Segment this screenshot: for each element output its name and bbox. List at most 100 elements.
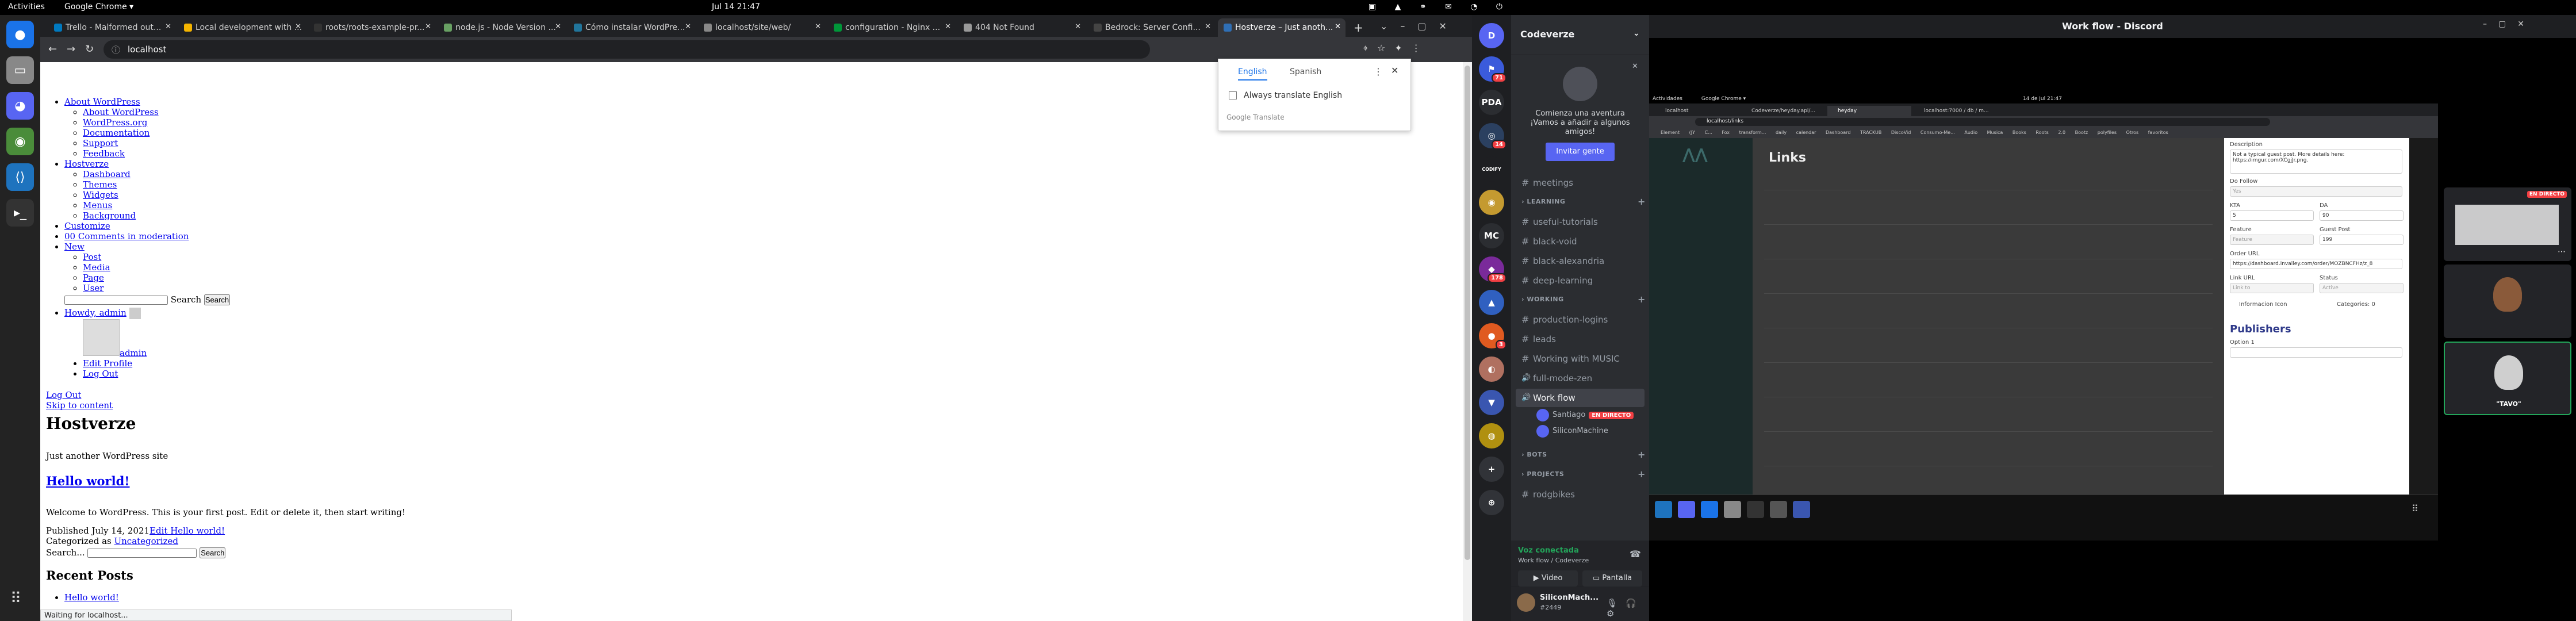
screen-share-button[interactable]: ▭ Pantalla — [1582, 570, 1642, 586]
adminbar-sublink[interactable]: Post — [83, 252, 101, 262]
tab-2[interactable]: Local development with ... ✕ — [178, 18, 306, 37]
show-apps-icon[interactable]: ⠿ — [10, 590, 21, 607]
tab-1[interactable]: Trello - Malformed out... ✕ — [48, 18, 176, 37]
adminbar-link[interactable]: New — [64, 241, 85, 252]
adminbar-sublink[interactable]: Widgets — [83, 190, 118, 200]
clock[interactable]: Jul 14 21:47 — [0, 2, 1472, 12]
participant-tile-1[interactable]: EN DIRECTO ⋯ — [2444, 187, 2571, 261]
scrollbar-thumb[interactable] — [1465, 66, 1470, 560]
category-link[interactable]: Uncategorized — [114, 536, 179, 546]
channel-black-void[interactable]: # black-void — [1516, 232, 1644, 251]
translate-tab-spanish[interactable]: Spanish — [1290, 67, 1321, 76]
server-icon[interactable]: ⚑ 71 — [1479, 56, 1506, 83]
adminbar-sublink[interactable]: Page — [83, 273, 104, 283]
logout-link[interactable]: Log Out — [83, 369, 118, 379]
participant-tile-2[interactable] — [2444, 264, 2571, 338]
edit-profile-link[interactable]: Edit Profile — [83, 358, 132, 369]
chrome-active-icon[interactable]: ◉ — [6, 128, 34, 155]
server-icon[interactable]: PDA — [1479, 90, 1504, 115]
tab-4[interactable]: node.js - Node Version ... ✕ — [438, 18, 566, 37]
search-input[interactable] — [87, 548, 197, 558]
add-channel-icon[interactable]: + — [1638, 196, 1646, 207]
site-title[interactable]: Hostverze — [46, 414, 136, 433]
adminbar-sublink[interactable]: Media — [83, 262, 110, 273]
howdy-link[interactable]: Howdy, admin — [64, 308, 126, 318]
channel-deep-learning[interactable]: # deep-learning — [1516, 271, 1644, 290]
always-translate-checkbox[interactable] — [1229, 91, 1237, 99]
adminbar-link[interactable]: Hostverze — [64, 159, 109, 169]
disconnect-icon[interactable]: ☎ — [1630, 549, 1641, 559]
adminbar-sublink[interactable]: Support — [83, 138, 118, 148]
channel-production-logins[interactable]: # production-logins — [1516, 310, 1644, 329]
adminbar-sublink[interactable]: Background — [83, 210, 136, 221]
shared-screen[interactable]: Actividades Google Chrome ▾ 14 de jul 21… — [1649, 95, 2438, 540]
channel-full-mode-zen[interactable]: 🔊 full-mode-zen — [1516, 369, 1644, 388]
server-icon[interactable]: ● 3 — [1479, 323, 1506, 350]
add-channel-icon[interactable]: + — [1638, 469, 1646, 480]
forward-icon[interactable]: → — [67, 43, 75, 55]
close-icon[interactable]: ✕ — [1205, 22, 1211, 31]
logout-link-2[interactable]: Log Out — [46, 390, 81, 400]
voice-user[interactable]: Santiago EN DIRECTO — [1536, 409, 1634, 421]
server-icon[interactable]: ◍ — [1479, 423, 1504, 448]
close-icon[interactable]: ✕ — [295, 22, 301, 31]
system-tray[interactable]: ▣ ▲ ⚭ ✉ ◔ ⏻ — [1368, 2, 1511, 12]
channel-work-flow[interactable]: 🔊 Work flow — [1516, 389, 1644, 407]
search-button[interactable]: Search — [200, 547, 226, 558]
skip-link[interactable]: Skip to content — [46, 400, 113, 411]
participant-tile-3[interactable]: "TAVO" — [2444, 342, 2571, 415]
category-learning[interactable]: › LEARNING + — [1516, 196, 1645, 207]
channel-meetings[interactable]: # meetings — [1516, 174, 1644, 192]
discord-icon[interactable]: ◕ — [6, 92, 34, 120]
server-icon[interactable]: ◉ — [1479, 190, 1504, 215]
tab-6[interactable]: localhost/site/web/ ✕ — [698, 18, 826, 37]
adminbar-link[interactable]: 00 Comments in moderation — [64, 231, 189, 241]
adminbar-search-input[interactable] — [64, 295, 168, 305]
adminbar-link[interactable]: Customize — [64, 221, 110, 231]
user-admin-link[interactable]: admin — [120, 348, 147, 358]
server-icon[interactable]: ▲ — [1479, 290, 1504, 315]
add-channel-icon[interactable]: + — [1638, 449, 1646, 460]
server-icon[interactable]: ◐ — [1479, 356, 1504, 382]
close-icon[interactable]: ✕ — [425, 22, 431, 31]
close-icon[interactable]: ✕ — [1075, 22, 1081, 31]
recent-post-link[interactable]: Hello world! — [64, 592, 119, 603]
window-controls[interactable]: ⌄–▢✕ — [1380, 21, 1459, 32]
files-icon[interactable]: ▭ — [6, 56, 34, 84]
server-header[interactable]: Codeverze ⌄ — [1511, 15, 1649, 55]
close-icon[interactable]: ✕ — [1632, 62, 1638, 71]
close-icon[interactable]: ✕ — [555, 22, 561, 31]
server-icon[interactable]: MC — [1479, 223, 1504, 248]
close-icon[interactable]: ✕ — [945, 22, 951, 31]
user-controls-icons[interactable]: 🎙🎧⚙ — [1607, 598, 1649, 619]
chevron-down-icon[interactable]: ⌄ — [1633, 29, 1640, 38]
video-button[interactable]: ▶ Video — [1518, 570, 1578, 586]
vscode-icon[interactable]: ⟨⟩ — [6, 163, 34, 191]
translate-tab-english[interactable]: English — [1238, 67, 1267, 80]
adminbar-sublink[interactable]: Dashboard — [83, 169, 131, 179]
channel-leads[interactable]: # leads — [1516, 330, 1644, 348]
reload-icon[interactable]: ↻ — [85, 43, 94, 55]
terminal-icon[interactable]: ▸_ — [6, 199, 34, 227]
adminbar-search-button[interactable]: Search — [204, 294, 231, 305]
back-icon[interactable]: ← — [48, 43, 57, 55]
server-icon[interactable]: ⊕ — [1479, 490, 1504, 515]
channel-working-with-music[interactable]: # Working with MUSIC — [1516, 350, 1644, 368]
page-scrollbar[interactable] — [1463, 62, 1472, 621]
adminbar-link[interactable]: About WordPress — [64, 97, 140, 107]
close-icon[interactable]: ✕ — [685, 22, 691, 31]
category-bots[interactable]: › BOTS + — [1516, 449, 1645, 460]
tab-9[interactable]: Bedrock: Server Confi... ✕ — [1088, 18, 1216, 37]
avatar[interactable] — [1517, 593, 1535, 612]
edit-post-link[interactable]: Edit Hello world! — [150, 526, 225, 536]
close-icon[interactable]: ✕ — [165, 22, 171, 31]
category-projects[interactable]: › PROJECTS + — [1516, 469, 1645, 480]
window-controls[interactable]: –▢✕ — [2483, 20, 2536, 29]
info-icon[interactable]: ⓘ — [112, 44, 120, 56]
channel-useful-tutorials[interactable]: # useful-tutorials — [1516, 213, 1644, 231]
extension-icons[interactable]: ⌖☆✦⋮ — [1363, 43, 1430, 54]
server-icon[interactable]: + — [1479, 457, 1504, 482]
invite-button[interactable]: Invitar gente — [1546, 143, 1615, 161]
channel-black-alexandria[interactable]: # black-alexandria — [1516, 252, 1644, 270]
chrome-icon[interactable]: ● — [6, 21, 34, 48]
